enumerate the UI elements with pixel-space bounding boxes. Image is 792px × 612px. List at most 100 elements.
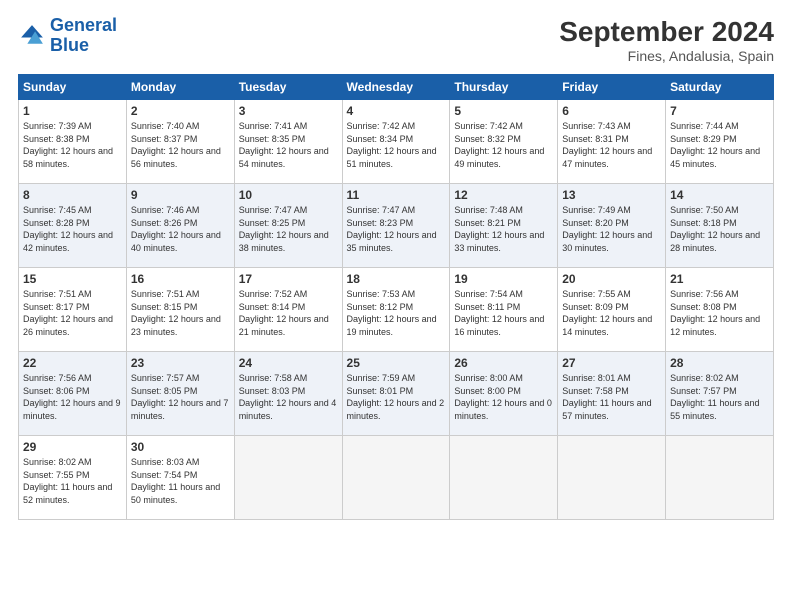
location: Fines, Andalusia, Spain (559, 48, 774, 64)
col-header-sunday: Sunday (19, 75, 127, 100)
col-header-friday: Friday (558, 75, 666, 100)
calendar-cell: 7 Sunrise: 7:44 AMSunset: 8:29 PMDaylight… (666, 100, 774, 184)
calendar-cell: 24 Sunrise: 7:58 AMSunset: 8:03 PMDayligh… (234, 352, 342, 436)
day-number: 7 (670, 104, 769, 118)
day-info: Sunrise: 7:46 AMSunset: 8:26 PMDaylight:… (131, 204, 230, 254)
day-info: Sunrise: 7:51 AMSunset: 8:15 PMDaylight:… (131, 288, 230, 338)
day-number: 28 (670, 356, 769, 370)
day-info: Sunrise: 7:40 AMSunset: 8:37 PMDaylight:… (131, 120, 230, 170)
calendar-cell: 28 Sunrise: 8:02 AMSunset: 7:57 PMDayligh… (666, 352, 774, 436)
day-number: 25 (347, 356, 446, 370)
calendar-cell: 14 Sunrise: 7:50 AMSunset: 8:18 PMDayligh… (666, 184, 774, 268)
day-info: Sunrise: 7:43 AMSunset: 8:31 PMDaylight:… (562, 120, 661, 170)
col-header-saturday: Saturday (666, 75, 774, 100)
calendar-cell: 10 Sunrise: 7:47 AMSunset: 8:25 PMDayligh… (234, 184, 342, 268)
calendar-cell: 25 Sunrise: 7:59 AMSunset: 8:01 PMDayligh… (342, 352, 450, 436)
day-number: 26 (454, 356, 553, 370)
day-info: Sunrise: 7:52 AMSunset: 8:14 PMDaylight:… (239, 288, 338, 338)
calendar-cell: 18 Sunrise: 7:53 AMSunset: 8:12 PMDayligh… (342, 268, 450, 352)
day-number: 15 (23, 272, 122, 286)
calendar-cell: 6 Sunrise: 7:43 AMSunset: 8:31 PMDaylight… (558, 100, 666, 184)
day-number: 6 (562, 104, 661, 118)
day-number: 4 (347, 104, 446, 118)
calendar-cell (234, 436, 342, 520)
calendar-cell: 2 Sunrise: 7:40 AMSunset: 8:37 PMDaylight… (126, 100, 234, 184)
calendar-header-row: SundayMondayTuesdayWednesdayThursdayFrid… (19, 75, 774, 100)
calendar-cell: 15 Sunrise: 7:51 AMSunset: 8:17 PMDayligh… (19, 268, 127, 352)
day-info: Sunrise: 7:55 AMSunset: 8:09 PMDaylight:… (562, 288, 661, 338)
logo: General Blue (18, 16, 117, 56)
col-header-tuesday: Tuesday (234, 75, 342, 100)
day-info: Sunrise: 7:53 AMSunset: 8:12 PMDaylight:… (347, 288, 446, 338)
calendar-cell: 30Sunrise: 8:03 AMSunset: 7:54 PMDayligh… (126, 436, 234, 520)
month-year: September 2024 (559, 16, 774, 48)
calendar-cell: 21 Sunrise: 7:56 AMSunset: 8:08 PMDayligh… (666, 268, 774, 352)
day-number: 1 (23, 104, 122, 118)
calendar-row-2: 15 Sunrise: 7:51 AMSunset: 8:17 PMDayligh… (19, 268, 774, 352)
day-number: 22 (23, 356, 122, 370)
col-header-thursday: Thursday (450, 75, 558, 100)
calendar-cell: 13Sunrise: 7:49 AMSunset: 8:20 PMDayligh… (558, 184, 666, 268)
calendar-cell: 4 Sunrise: 7:42 AMSunset: 8:34 PMDaylight… (342, 100, 450, 184)
day-number: 21 (670, 272, 769, 286)
day-info: Sunrise: 7:54 AMSunset: 8:11 PMDaylight:… (454, 288, 553, 338)
page: General Blue September 2024 Fines, Andal… (0, 0, 792, 612)
day-number: 9 (131, 188, 230, 202)
day-number: 2 (131, 104, 230, 118)
day-number: 18 (347, 272, 446, 286)
calendar-cell: 1Sunrise: 7:39 AMSunset: 8:38 PMDaylight… (19, 100, 127, 184)
day-number: 20 (562, 272, 661, 286)
logo-text: General Blue (50, 16, 117, 56)
day-info: Sunrise: 8:02 AMSunset: 7:57 PMDaylight:… (670, 372, 769, 422)
day-info: Sunrise: 7:50 AMSunset: 8:18 PMDaylight:… (670, 204, 769, 254)
day-info: Sunrise: 7:56 AMSunset: 8:08 PMDaylight:… (670, 288, 769, 338)
col-header-wednesday: Wednesday (342, 75, 450, 100)
day-number: 29 (23, 440, 122, 454)
day-number: 12 (454, 188, 553, 202)
calendar-cell: 12 Sunrise: 7:48 AMSunset: 8:21 PMDayligh… (450, 184, 558, 268)
day-info: Sunrise: 7:56 AMSunset: 8:06 PMDaylight:… (23, 372, 122, 422)
title-block: September 2024 Fines, Andalusia, Spain (559, 16, 774, 64)
day-info: Sunrise: 8:03 AMSunset: 7:54 PMDaylight:… (131, 456, 230, 506)
calendar-cell: 3Sunrise: 7:41 AMSunset: 8:35 PMDaylight… (234, 100, 342, 184)
logo-line1: General (50, 15, 117, 35)
day-number: 11 (347, 188, 446, 202)
calendar-cell: 19 Sunrise: 7:54 AMSunset: 8:11 PMDayligh… (450, 268, 558, 352)
logo-icon (18, 22, 46, 50)
calendar-cell: 23 Sunrise: 7:57 AMSunset: 8:05 PMDayligh… (126, 352, 234, 436)
day-number: 23 (131, 356, 230, 370)
day-info: Sunrise: 7:59 AMSunset: 8:01 PMDaylight:… (347, 372, 446, 422)
day-number: 8 (23, 188, 122, 202)
day-info: Sunrise: 7:42 AMSunset: 8:32 PMDaylight:… (454, 120, 553, 170)
day-info: Sunrise: 7:41 AMSunset: 8:35 PMDaylight:… (239, 120, 338, 170)
day-info: Sunrise: 7:42 AMSunset: 8:34 PMDaylight:… (347, 120, 446, 170)
calendar-cell: 5 Sunrise: 7:42 AMSunset: 8:32 PMDaylight… (450, 100, 558, 184)
calendar-cell (342, 436, 450, 520)
day-number: 16 (131, 272, 230, 286)
day-info: Sunrise: 8:00 AMSunset: 8:00 PMDaylight:… (454, 372, 553, 422)
day-number: 14 (670, 188, 769, 202)
calendar-cell: 16 Sunrise: 7:51 AMSunset: 8:15 PMDayligh… (126, 268, 234, 352)
day-info: Sunrise: 7:45 AMSunset: 8:28 PMDaylight:… (23, 204, 122, 254)
day-info: Sunrise: 7:57 AMSunset: 8:05 PMDaylight:… (131, 372, 230, 422)
day-info: Sunrise: 7:48 AMSunset: 8:21 PMDaylight:… (454, 204, 553, 254)
day-info: Sunrise: 7:47 AMSunset: 8:23 PMDaylight:… (347, 204, 446, 254)
day-info: Sunrise: 7:51 AMSunset: 8:17 PMDaylight:… (23, 288, 122, 338)
day-number: 10 (239, 188, 338, 202)
calendar-cell (450, 436, 558, 520)
day-number: 19 (454, 272, 553, 286)
calendar-row-3: 22 Sunrise: 7:56 AMSunset: 8:06 PMDayligh… (19, 352, 774, 436)
calendar-row-0: 1Sunrise: 7:39 AMSunset: 8:38 PMDaylight… (19, 100, 774, 184)
logo-line2: Blue (50, 36, 117, 56)
calendar-cell: 29Sunrise: 8:02 AMSunset: 7:55 PMDayligh… (19, 436, 127, 520)
day-info: Sunrise: 7:44 AMSunset: 8:29 PMDaylight:… (670, 120, 769, 170)
day-number: 5 (454, 104, 553, 118)
calendar-cell: 26 Sunrise: 8:00 AMSunset: 8:00 PMDayligh… (450, 352, 558, 436)
day-info: Sunrise: 8:01 AMSunset: 7:58 PMDaylight:… (562, 372, 661, 422)
day-number: 24 (239, 356, 338, 370)
day-info: Sunrise: 7:47 AMSunset: 8:25 PMDaylight:… (239, 204, 338, 254)
calendar-cell: 22 Sunrise: 7:56 AMSunset: 8:06 PMDayligh… (19, 352, 127, 436)
day-info: Sunrise: 7:58 AMSunset: 8:03 PMDaylight:… (239, 372, 338, 422)
calendar-cell: 20 Sunrise: 7:55 AMSunset: 8:09 PMDayligh… (558, 268, 666, 352)
calendar-cell (558, 436, 666, 520)
